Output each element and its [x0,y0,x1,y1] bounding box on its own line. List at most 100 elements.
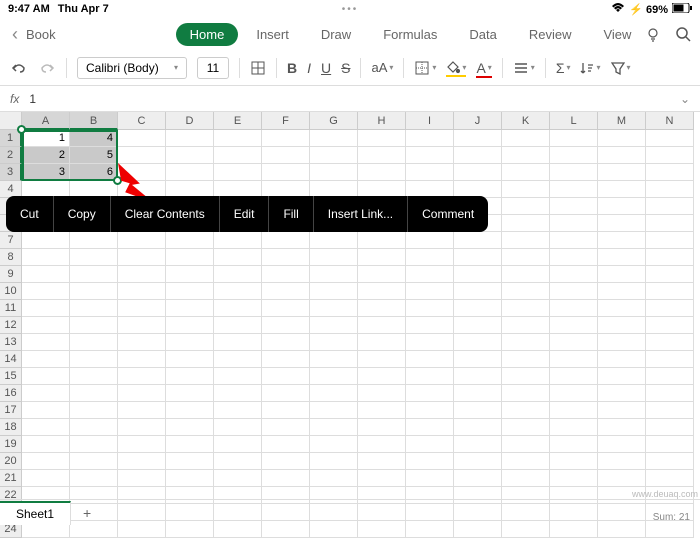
cell-L3[interactable] [550,164,598,181]
cell-J8[interactable] [454,249,502,266]
cell-C17[interactable] [118,402,166,419]
cell-K13[interactable] [502,334,550,351]
cell-A2[interactable]: 2 [22,147,70,164]
tab-insert[interactable]: Insert [242,23,303,46]
cell-L9[interactable] [550,266,598,283]
cell-J18[interactable] [454,419,502,436]
cell-N20[interactable] [646,453,694,470]
tab-data[interactable]: Data [455,23,510,46]
cell-L12[interactable] [550,317,598,334]
cell-I7[interactable] [406,232,454,249]
cell-A10[interactable] [22,283,70,300]
tab-formulas[interactable]: Formulas [369,23,451,46]
ctx-insert-link[interactable]: Insert Link... [314,196,408,232]
cell-C10[interactable] [118,283,166,300]
cell-I11[interactable] [406,300,454,317]
cell-C13[interactable] [118,334,166,351]
cell-F12[interactable] [262,317,310,334]
cell-H12[interactable] [358,317,406,334]
cell-L20[interactable] [550,453,598,470]
cell-F16[interactable] [262,385,310,402]
cell-A11[interactable] [22,300,70,317]
cell-E14[interactable] [214,351,262,368]
col-header-F[interactable]: F [262,112,310,130]
cell-G2[interactable] [310,147,358,164]
row-header-12[interactable]: 12 [0,317,22,334]
cell-G14[interactable] [310,351,358,368]
cell-N11[interactable] [646,300,694,317]
cell-A3[interactable]: 3 [22,164,70,181]
cell-E1[interactable] [214,130,262,147]
cell-B9[interactable] [70,266,118,283]
ctx-comment[interactable]: Comment [408,196,488,232]
cell-K15[interactable] [502,368,550,385]
col-header-J[interactable]: J [454,112,502,130]
cell-D3[interactable] [166,164,214,181]
cell-A18[interactable] [22,419,70,436]
row-header-17[interactable]: 17 [0,402,22,419]
cell-J21[interactable] [454,470,502,487]
col-header-K[interactable]: K [502,112,550,130]
cell-F17[interactable] [262,402,310,419]
cell-C12[interactable] [118,317,166,334]
cell-A8[interactable] [22,249,70,266]
cell-B13[interactable] [70,334,118,351]
cell-H18[interactable] [358,419,406,436]
row-header-13[interactable]: 13 [0,334,22,351]
autosum-icon[interactable]: Σ▾ [556,60,571,76]
cell-J1[interactable] [454,130,502,147]
cell-N12[interactable] [646,317,694,334]
cell-K18[interactable] [502,419,550,436]
cell-I8[interactable] [406,249,454,266]
borders-icon[interactable]: ▾ [414,60,436,76]
cell-B1[interactable]: 4 [70,130,118,147]
cell-D9[interactable] [166,266,214,283]
cell-K11[interactable] [502,300,550,317]
tab-review[interactable]: Review [515,23,586,46]
cell-E9[interactable] [214,266,262,283]
cell-E21[interactable] [214,470,262,487]
cell-M5[interactable] [598,198,646,215]
cell-H1[interactable] [358,130,406,147]
cell-D8[interactable] [166,249,214,266]
cell-L10[interactable] [550,283,598,300]
col-header-M[interactable]: M [598,112,646,130]
cell-I15[interactable] [406,368,454,385]
cell-D14[interactable] [166,351,214,368]
cell-M2[interactable] [598,147,646,164]
cell-A12[interactable] [22,317,70,334]
cell-B8[interactable] [70,249,118,266]
add-sheet-button[interactable]: + [71,501,103,525]
ctx-fill[interactable]: Fill [269,196,313,232]
cell-I17[interactable] [406,402,454,419]
search-icon[interactable] [675,26,691,42]
cell-K20[interactable] [502,453,550,470]
cell-J16[interactable] [454,385,502,402]
cell-B19[interactable] [70,436,118,453]
cell-D20[interactable] [166,453,214,470]
cell-J2[interactable] [454,147,502,164]
cell-C9[interactable] [118,266,166,283]
cell-K7[interactable] [502,232,550,249]
cell-styles-icon[interactable] [250,60,266,76]
cell-L13[interactable] [550,334,598,351]
cell-E10[interactable] [214,283,262,300]
cell-J11[interactable] [454,300,502,317]
row-header-16[interactable]: 16 [0,385,22,402]
cell-B14[interactable] [70,351,118,368]
cell-H13[interactable] [358,334,406,351]
cell-F18[interactable] [262,419,310,436]
cell-N15[interactable] [646,368,694,385]
cell-A15[interactable] [22,368,70,385]
cell-L8[interactable] [550,249,598,266]
font-format-icon[interactable]: aA▾ [371,60,393,75]
col-header-D[interactable]: D [166,112,214,130]
alignment-icon[interactable]: ▾ [513,61,535,75]
cell-M3[interactable] [598,164,646,181]
cell-D1[interactable] [166,130,214,147]
ctx-edit[interactable]: Edit [220,196,270,232]
cell-F13[interactable] [262,334,310,351]
cell-A13[interactable] [22,334,70,351]
cell-D15[interactable] [166,368,214,385]
cell-G1[interactable] [310,130,358,147]
